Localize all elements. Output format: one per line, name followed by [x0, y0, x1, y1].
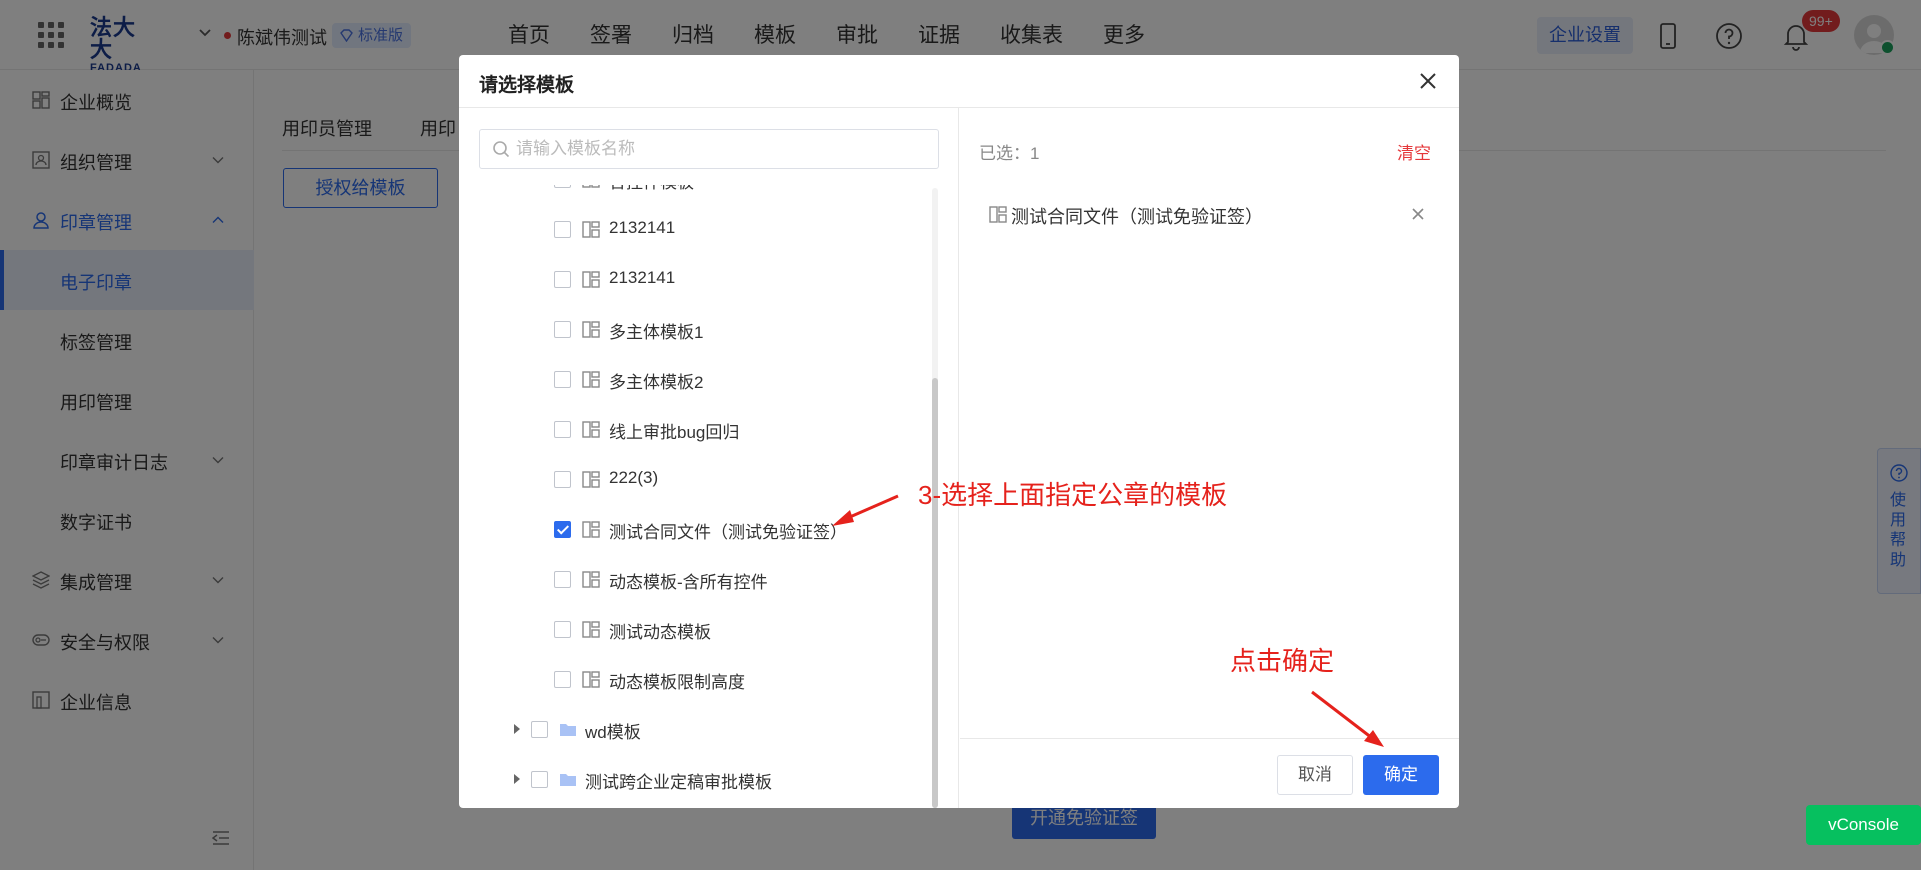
- tree-row[interactable]: 2132141: [459, 205, 939, 255]
- template-icon: [582, 321, 600, 338]
- template-icon: [989, 206, 1007, 223]
- tree-row[interactable]: 合控件模板: [459, 185, 939, 205]
- folder-icon: [559, 722, 577, 737]
- row-checkbox[interactable]: [554, 371, 571, 388]
- template-icon: [582, 471, 600, 488]
- cancel-button[interactable]: 取消: [1277, 755, 1353, 795]
- folder-checkbox[interactable]: [531, 721, 548, 738]
- tree-row[interactable]: 测试动态模板: [459, 605, 939, 655]
- clear-selection-link[interactable]: 清空: [1397, 139, 1431, 164]
- close-icon[interactable]: [1419, 72, 1437, 90]
- row-checkbox[interactable]: [554, 521, 571, 538]
- selected-count: 已选：1: [979, 144, 1040, 163]
- tree-folder-row[interactable]: wd模板: [459, 705, 939, 755]
- row-checkbox[interactable]: [554, 221, 571, 238]
- row-checkbox[interactable]: [554, 471, 571, 488]
- folder-checkbox[interactable]: [531, 771, 548, 788]
- tree-scrollbar-thumb[interactable]: [932, 378, 938, 808]
- remove-selected-icon[interactable]: [1411, 207, 1425, 221]
- tree-row-label: 2132141: [609, 218, 676, 237]
- tree-row[interactable]: 2132141: [459, 255, 939, 305]
- template-tree: 合控件模板 2132141 2132141 多主体模板1 多主体模板2 线上审批bug回…: [459, 185, 939, 808]
- row-checkbox[interactable]: [554, 671, 571, 688]
- annotation-ok-hint: 点击确定: [1230, 646, 1335, 676]
- expand-caret-icon[interactable]: [514, 724, 520, 734]
- expand-caret-icon[interactable]: [514, 774, 520, 784]
- tree-row-label: 测试动态模板: [609, 623, 711, 642]
- template-icon: [582, 421, 600, 438]
- template-icon: [582, 571, 600, 588]
- tree-row[interactable]: 动态模板-含所有控件: [459, 555, 939, 605]
- tree-row-label: 动态模板限制高度: [609, 673, 745, 692]
- row-checkbox[interactable]: [554, 185, 571, 188]
- confirm-button[interactable]: 确定: [1363, 755, 1439, 795]
- tree-row-label: 线上审批bug回归: [609, 423, 740, 442]
- tree-row-label: 合控件模板: [609, 185, 694, 193]
- tree-row-label: 多主体模板2: [609, 373, 704, 392]
- selected-item-label: 测试合同文件（测试免验证签）: [1011, 207, 1263, 227]
- tree-row-label: 动态模板-含所有控件: [609, 573, 768, 592]
- template-icon: [582, 271, 600, 288]
- row-checkbox[interactable]: [554, 621, 571, 638]
- template-icon: [582, 371, 600, 388]
- tree-folder-label: wd模板: [585, 723, 641, 742]
- template-select-dialog: 请选择模板 合控件模板 2132141 2132141 多主体模板1 多主体模板2 线上…: [459, 55, 1459, 808]
- vconsole-button[interactable]: vConsole: [1806, 805, 1921, 845]
- tree-row-label: 多主体模板1: [609, 323, 704, 342]
- template-icon: [582, 221, 600, 238]
- dialog-header: 请选择模板: [459, 55, 1459, 108]
- dialog-title: 请选择模板: [479, 75, 575, 96]
- tree-row[interactable]: 动态模板限制高度: [459, 655, 939, 705]
- row-checkbox[interactable]: [554, 421, 571, 438]
- template-search-box[interactable]: [479, 129, 939, 169]
- tree-folder-row[interactable]: 测试跨企业定稿审批模板: [459, 755, 939, 805]
- template-icon: [582, 521, 600, 538]
- template-icon: [582, 671, 600, 688]
- tree-row[interactable]: 222(3): [459, 455, 939, 505]
- tree-folder-label: 测试跨企业定稿审批模板: [585, 773, 772, 792]
- footer-divider: [960, 738, 1459, 739]
- folder-icon: [559, 772, 577, 787]
- tree-row[interactable]: 线上审批bug回归: [459, 405, 939, 455]
- tree-row[interactable]: 多主体模板1: [459, 305, 939, 355]
- tree-row-label: 测试合同文件（测试免验证签）: [609, 523, 847, 542]
- row-checkbox[interactable]: [554, 271, 571, 288]
- annotation-select-hint: 3-选择上面指定公章的模板: [918, 480, 1228, 510]
- template-icon: [582, 621, 600, 638]
- tree-row-label: 222(3): [609, 468, 659, 487]
- template-icon: [582, 185, 600, 188]
- row-checkbox[interactable]: [554, 321, 571, 338]
- tree-row[interactable]: 多主体模板2: [459, 355, 939, 405]
- tree-row-label: 2132141: [609, 268, 676, 287]
- row-checkbox[interactable]: [554, 571, 571, 588]
- tree-row[interactable]: 测试合同文件（测试免验证签）: [459, 505, 939, 555]
- search-icon: [493, 141, 510, 158]
- template-search-input[interactable]: [516, 130, 926, 168]
